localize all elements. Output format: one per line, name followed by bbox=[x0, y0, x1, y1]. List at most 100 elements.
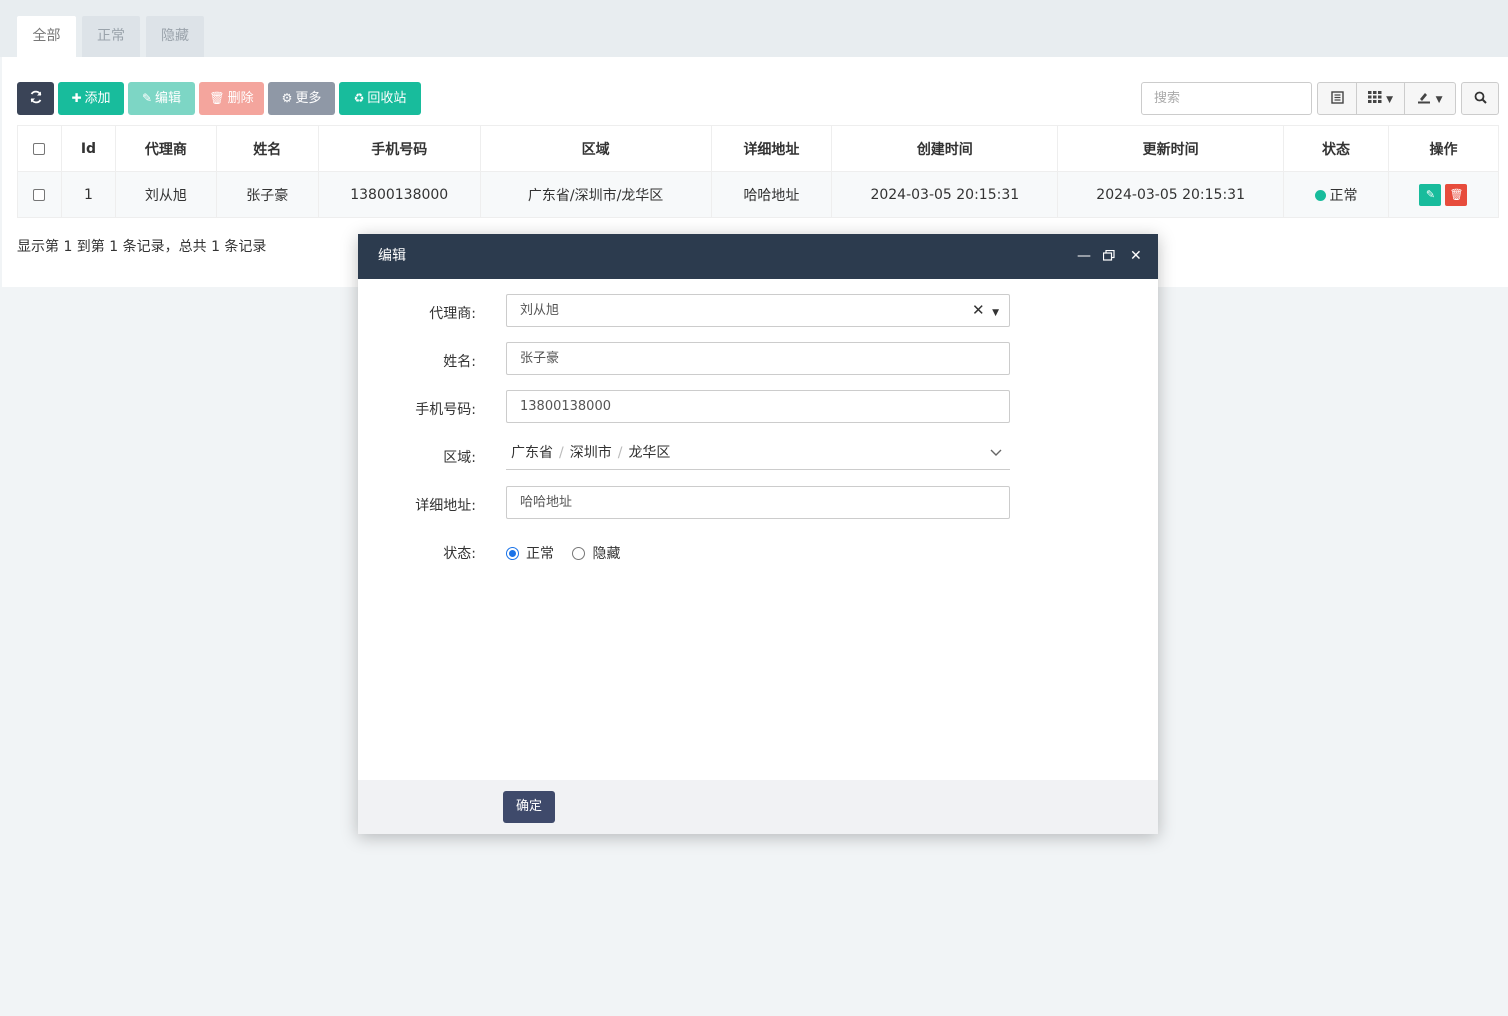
col-header-id[interactable]: Id bbox=[60, 125, 116, 172]
delete-button-label: 删除 bbox=[227, 91, 254, 106]
trash-icon: 🗑 bbox=[1449, 187, 1464, 201]
pagination-info: 显示第 1 到第 1 条记录，总共 1 条记录 bbox=[17, 239, 267, 255]
toggle-view-button[interactable] bbox=[1317, 82, 1357, 115]
status-option-normal: 正常 bbox=[526, 546, 554, 562]
tab-hidden[interactable]: 隐藏 bbox=[146, 16, 204, 57]
minimize-icon[interactable]: — bbox=[1077, 234, 1091, 279]
grid-icon bbox=[1367, 91, 1382, 103]
cell-updated: 2024-03-05 20:15:31 bbox=[1057, 171, 1285, 218]
dialog-header: 编辑 — ✕ bbox=[358, 234, 1158, 279]
edit-button[interactable]: ✎ 编辑 bbox=[128, 82, 195, 115]
row-checkbox[interactable] bbox=[33, 188, 46, 201]
add-button[interactable]: ✚ 添加 bbox=[58, 82, 124, 115]
chevron-down-icon bbox=[990, 437, 1002, 470]
select-all-cell bbox=[17, 125, 62, 172]
status-radio-hidden[interactable]: 隐藏 bbox=[572, 546, 620, 562]
address-label: 详细地址: bbox=[415, 498, 476, 514]
col-header-created[interactable]: 创建时间 bbox=[831, 125, 1059, 172]
list-view-icon bbox=[1330, 91, 1344, 104]
agent-select-value: 刘从旭 bbox=[520, 303, 560, 318]
radio-unchecked-icon bbox=[572, 547, 586, 560]
cell-id: 1 bbox=[60, 171, 116, 218]
edit-dialog: 编辑 — ✕ 代理商: 刘从旭 ✕ ▼ 姓名: 张子豪 手机号码: 138001… bbox=[358, 234, 1158, 834]
tabs-bar: 全部 正常 隐藏 bbox=[0, 0, 1508, 57]
status-option-hidden: 隐藏 bbox=[592, 546, 621, 562]
pencil-icon: ✎ bbox=[141, 91, 153, 105]
name-field[interactable]: 张子豪 bbox=[506, 342, 1010, 375]
gear-icon: ⚙ bbox=[281, 91, 293, 105]
table-row[interactable]: 1 刘从旭 张子豪 13800138000 广东省/深圳市/龙华区 哈哈地址 2… bbox=[17, 171, 1500, 218]
region-separator: / bbox=[617, 445, 623, 461]
cell-actions: ✎ 🗑 bbox=[1387, 171, 1500, 218]
cell-phone: 13800138000 bbox=[317, 171, 481, 218]
maximize-icon[interactable] bbox=[1102, 234, 1115, 279]
row-edit-button[interactable]: ✎ bbox=[1419, 183, 1442, 206]
more-button[interactable]: ⚙ 更多 bbox=[268, 82, 335, 115]
add-button-label: 添加 bbox=[84, 91, 111, 106]
advanced-search-button[interactable] bbox=[1461, 82, 1499, 115]
region-label: 区域: bbox=[443, 450, 476, 466]
delete-button[interactable]: 🗑 删除 bbox=[199, 82, 264, 115]
phone-label: 手机号码: bbox=[415, 402, 476, 418]
export-icon bbox=[1418, 93, 1431, 104]
col-header-status[interactable]: 状态 bbox=[1283, 125, 1389, 172]
row-delete-button[interactable]: 🗑 bbox=[1445, 183, 1468, 206]
radio-checked-icon bbox=[506, 547, 519, 560]
search-icon bbox=[1474, 91, 1487, 104]
pencil-icon: ✎ bbox=[1425, 187, 1436, 201]
col-header-region[interactable]: 区域 bbox=[479, 125, 712, 172]
agent-select[interactable]: 刘从旭 ✕ ▼ bbox=[506, 294, 1010, 327]
tab-all[interactable]: 全部 bbox=[17, 16, 76, 57]
col-header-actions: 操作 bbox=[1387, 125, 1500, 172]
cell-created: 2024-03-05 20:15:31 bbox=[831, 171, 1059, 218]
agent-label: 代理商: bbox=[429, 306, 476, 322]
region-separator: / bbox=[559, 445, 564, 461]
col-header-agent[interactable]: 代理商 bbox=[114, 125, 217, 172]
status-radio-normal[interactable]: 正常 bbox=[506, 546, 554, 562]
caret-down-icon[interactable]: ▼ bbox=[992, 308, 999, 318]
region-city: 深圳市 bbox=[569, 445, 612, 461]
status-label: 正常 bbox=[1329, 187, 1358, 204]
cell-region: 广东省/深圳市/龙华区 bbox=[479, 171, 712, 218]
cell-agent: 刘从旭 bbox=[114, 171, 217, 218]
region-cascader[interactable]: 广东省 / 深圳市 / 龙华区 bbox=[506, 437, 1010, 470]
recycle-icon: ♻ bbox=[353, 91, 365, 105]
close-icon[interactable]: ✕ bbox=[1130, 234, 1142, 279]
trash-icon: 🗑 bbox=[209, 91, 225, 105]
col-header-name[interactable]: 姓名 bbox=[215, 125, 319, 172]
status-dot-icon bbox=[1314, 189, 1326, 201]
recycle-bin-button[interactable]: ♻ 回收站 bbox=[339, 82, 421, 115]
row-select-cell bbox=[17, 171, 62, 218]
status-radio-group: 正常 隐藏 bbox=[506, 543, 620, 563]
more-button-label: 更多 bbox=[295, 91, 322, 106]
plus-icon: ✚ bbox=[71, 91, 82, 105]
confirm-button[interactable]: 确定 bbox=[503, 791, 555, 823]
tab-normal[interactable]: 正常 bbox=[82, 16, 140, 57]
cell-address: 哈哈地址 bbox=[710, 171, 833, 218]
phone-field[interactable]: 13800138000 bbox=[506, 390, 1010, 423]
cell-name: 张子豪 bbox=[215, 171, 319, 218]
table-header-row: Id 代理商 姓名 手机号码 区域 详细地址 创建时间 更新时间 状态 操作 bbox=[17, 125, 1500, 172]
address-field[interactable]: 哈哈地址 bbox=[506, 486, 1010, 519]
select-all-checkbox[interactable] bbox=[33, 142, 46, 155]
region-province: 广东省 bbox=[511, 445, 553, 461]
status-label: 状态: bbox=[443, 546, 476, 562]
refresh-button[interactable] bbox=[17, 82, 54, 115]
data-table: Id 代理商 姓名 手机号码 区域 详细地址 创建时间 更新时间 状态 操作 1… bbox=[17, 125, 1500, 218]
col-header-updated[interactable]: 更新时间 bbox=[1057, 125, 1285, 172]
refresh-icon bbox=[30, 90, 41, 104]
recycle-button-label: 回收站 bbox=[367, 91, 407, 106]
dialog-title: 编辑 bbox=[378, 248, 406, 264]
region-district: 龙华区 bbox=[628, 445, 671, 461]
export-dropdown-button[interactable]: ▼ bbox=[1404, 82, 1456, 115]
dialog-footer: 确定 bbox=[358, 780, 1158, 834]
columns-dropdown-button[interactable]: ▼ bbox=[1356, 82, 1405, 115]
col-header-phone[interactable]: 手机号码 bbox=[317, 125, 481, 172]
name-label: 姓名: bbox=[443, 354, 476, 370]
caret-down-icon: ▼ bbox=[1386, 95, 1394, 105]
col-header-address[interactable]: 详细地址 bbox=[710, 125, 833, 172]
cell-status[interactable]: 正常 bbox=[1283, 171, 1389, 218]
agent-select-controls: ✕ ▼ bbox=[972, 295, 999, 329]
search-input[interactable] bbox=[1141, 82, 1312, 115]
clear-icon[interactable]: ✕ bbox=[972, 301, 985, 319]
